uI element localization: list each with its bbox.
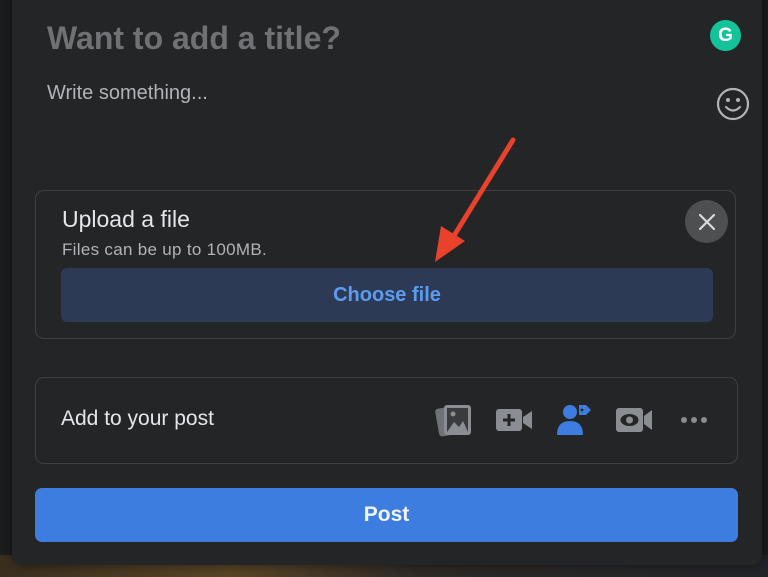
video-add-icon[interactable] <box>494 400 534 440</box>
tag-people-icon[interactable] <box>554 400 594 440</box>
post-body-input[interactable] <box>47 82 647 105</box>
upload-size-limit: Files can be up to 100MB. <box>62 240 268 259</box>
choose-file-button[interactable]: Choose file <box>61 268 713 322</box>
title-input[interactable] <box>47 20 647 57</box>
add-to-post-panel: Add to your post <box>35 377 738 464</box>
post-button-label: Post <box>363 503 410 526</box>
photo-icon[interactable] <box>434 400 474 440</box>
choose-file-label: Choose file <box>333 283 441 306</box>
post-button[interactable]: Post <box>35 488 738 542</box>
close-icon <box>698 213 715 230</box>
more-icon[interactable] <box>674 400 714 440</box>
grammarly-icon[interactable]: G <box>710 20 741 51</box>
upload-title: Upload a file <box>62 206 190 232</box>
upload-file-panel: Upload a file Files can be up to 100MB. … <box>35 190 736 339</box>
emoji-icon[interactable] <box>716 87 750 121</box>
live-video-icon[interactable] <box>614 400 654 440</box>
close-upload-button[interactable] <box>685 200 728 243</box>
grammarly-letter: G <box>718 24 733 46</box>
add-to-post-label: Add to your post <box>61 407 214 430</box>
